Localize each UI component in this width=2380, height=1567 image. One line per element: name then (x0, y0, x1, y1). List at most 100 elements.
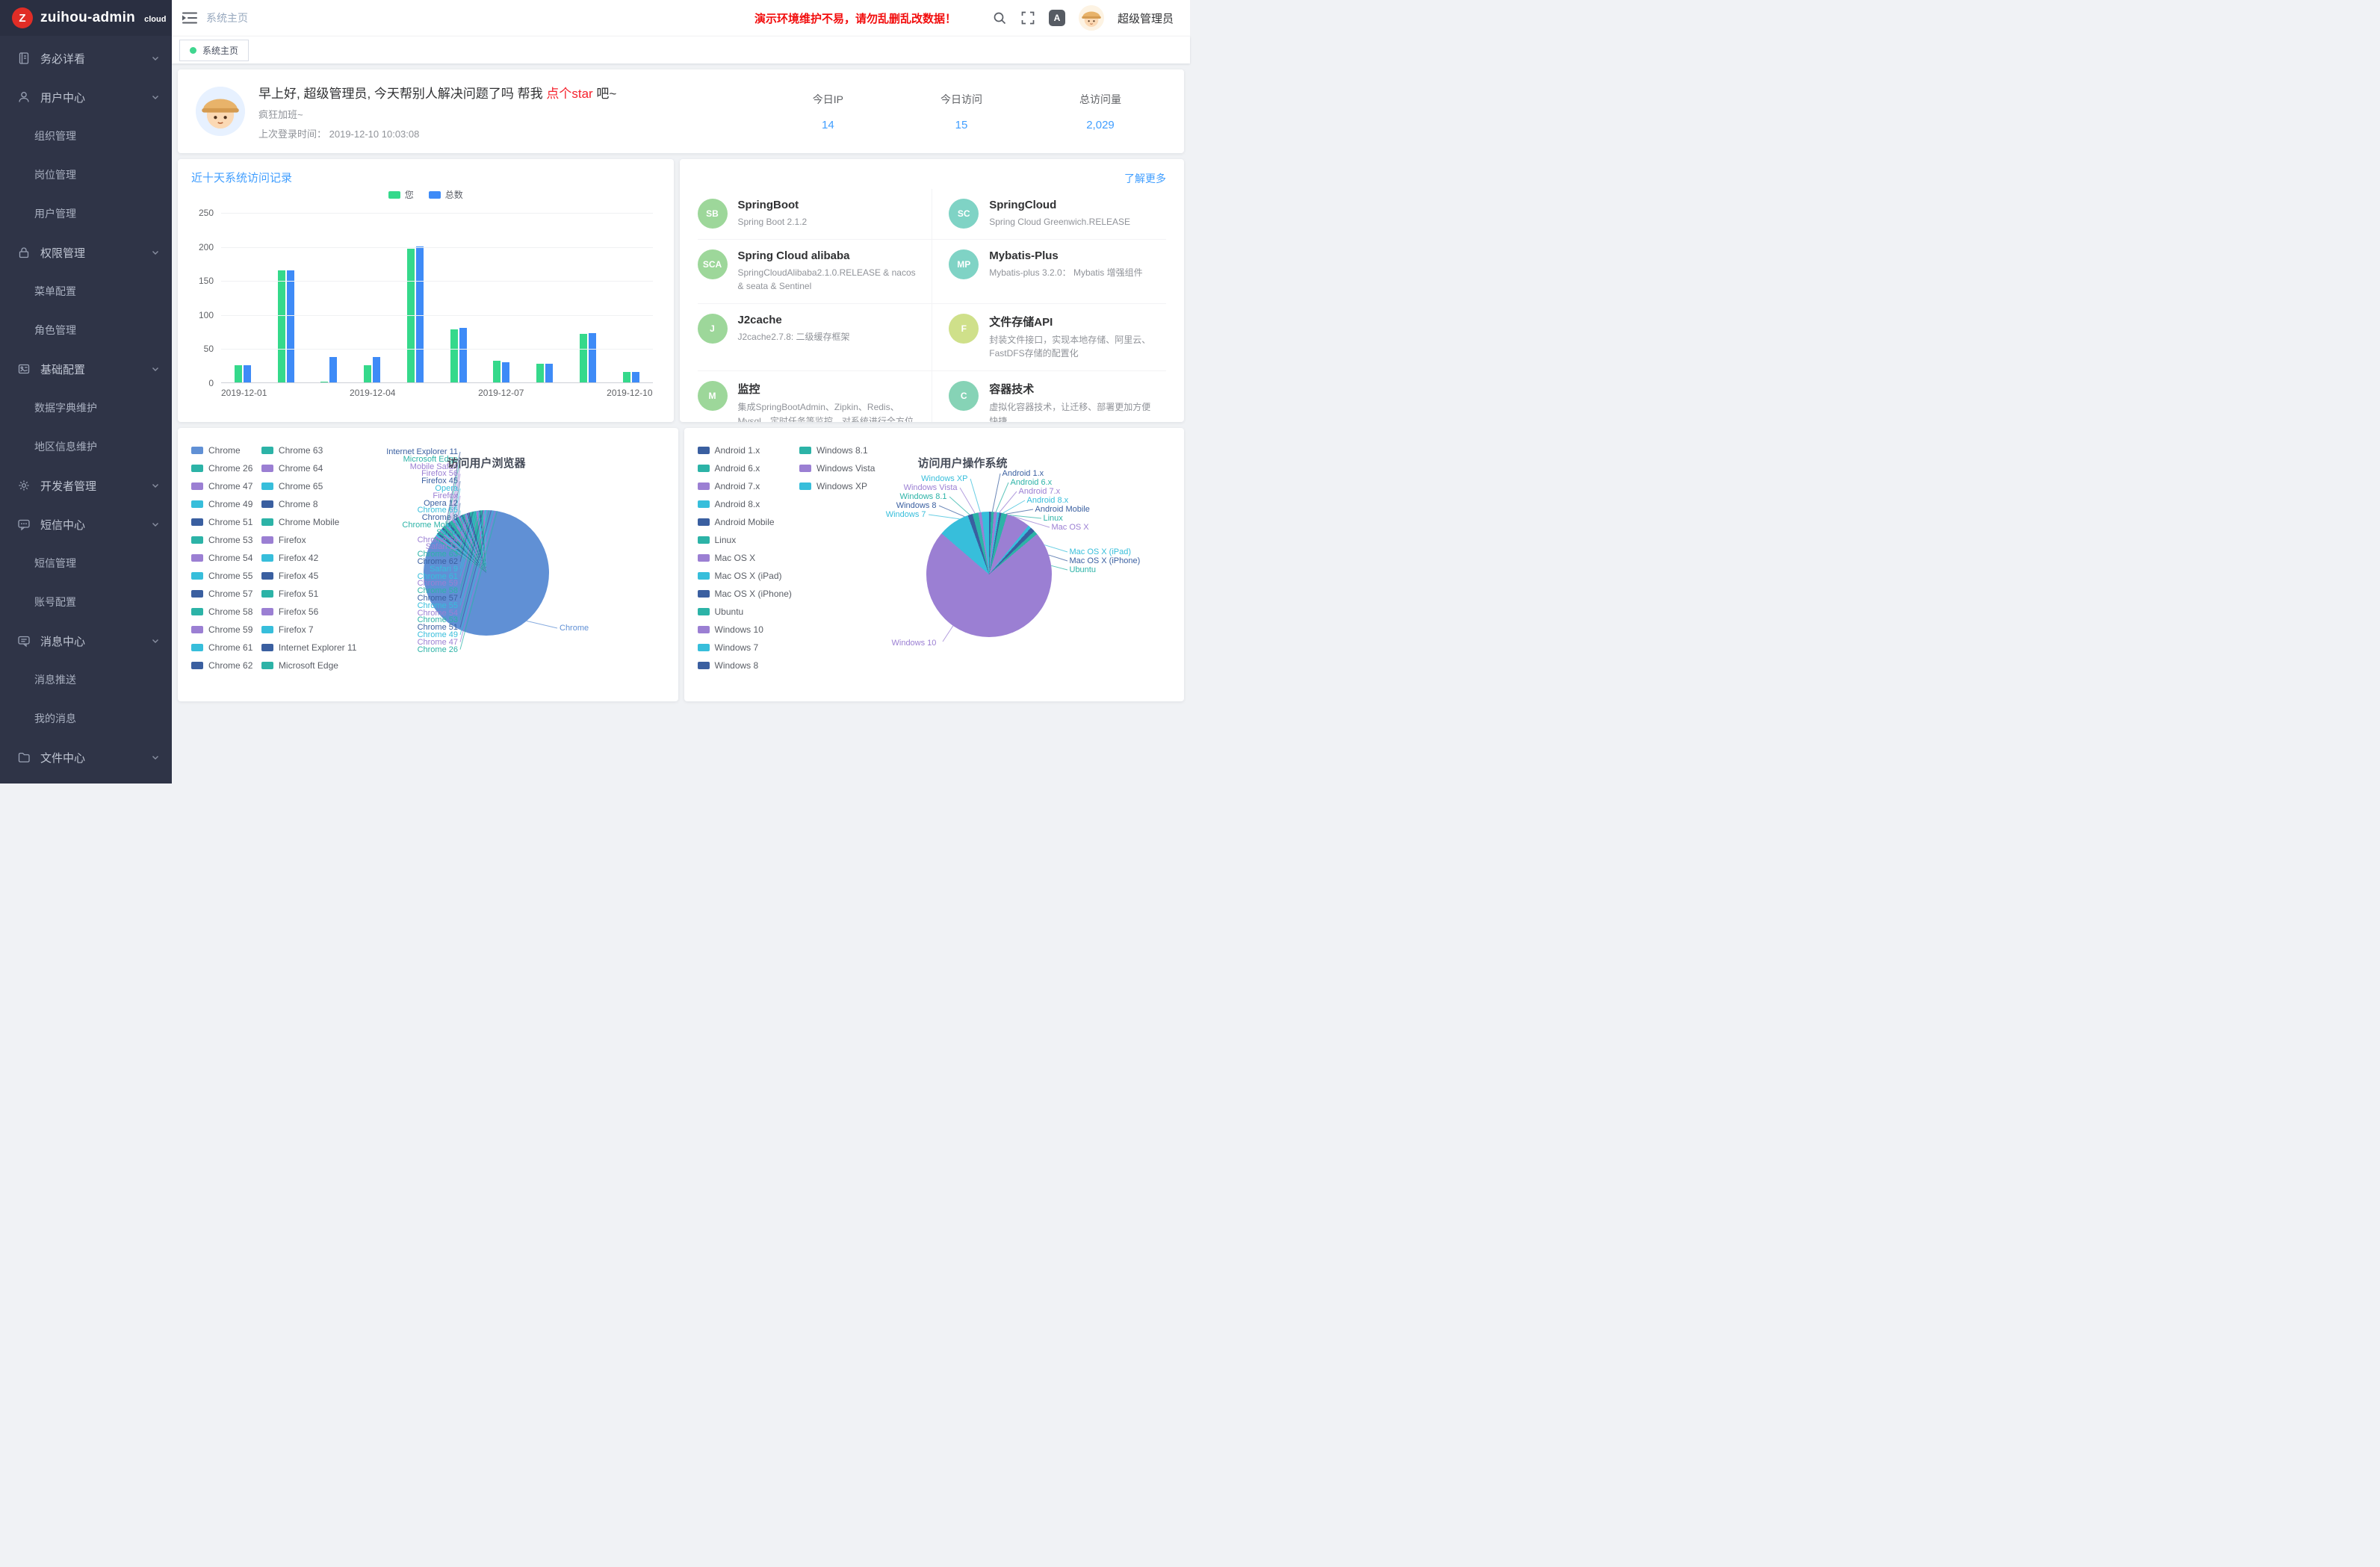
legend-item-chrome-51[interactable]: Chrome 51 (191, 513, 255, 531)
folder-icon (16, 750, 31, 765)
breadcrumb[interactable]: 系统主页 (206, 10, 248, 25)
search-icon[interactable] (992, 10, 1007, 25)
sidebar-subitem-my-message[interactable]: 我的消息 (0, 699, 172, 738)
legend-swatch (261, 626, 273, 633)
legend-item-windows-10[interactable]: Windows 10 (698, 621, 793, 639)
bar-chart-y-axis: 050100150200250 (191, 213, 221, 383)
gridline (221, 213, 653, 214)
sidebar-item-base-config[interactable]: 基础配置 (0, 350, 172, 388)
legend-item-firefox-51[interactable]: Firefox 51 (261, 585, 359, 603)
sidebar-subitem-label: 数据字典维护 (34, 400, 97, 415)
legend-item-linux[interactable]: Linux (698, 531, 793, 549)
sidebar-item-message-center[interactable]: 消息中心 (0, 621, 172, 660)
sidebar-item-file-center[interactable]: 文件中心 (0, 738, 172, 777)
legend-item-android-1-x[interactable]: Android 1.x (698, 441, 793, 459)
collapse-sidebar-icon[interactable] (182, 12, 197, 24)
legend-item-windows-vista[interactable]: Windows Vista (799, 459, 877, 477)
legend-swatch (191, 608, 203, 615)
sidebar-subitem-account-config[interactable]: 账号配置 (0, 583, 172, 621)
legend-item-chrome-58[interactable]: Chrome 58 (191, 603, 255, 621)
legend-item-mac-os-x-iphone-[interactable]: Mac OS X (iPhone) (698, 585, 793, 603)
sidebar-subitem-dict-maintain[interactable]: 数据字典维护 (0, 388, 172, 427)
legend-item-ubuntu[interactable]: Ubuntu (698, 603, 793, 621)
legend-item-firefox[interactable]: Firefox (261, 531, 359, 549)
bar-series-0 (623, 372, 630, 382)
legend-item-chrome-55[interactable]: Chrome 55 (191, 567, 255, 585)
legend-swatch (429, 191, 441, 199)
legend-item-mac-os-x[interactable]: Mac OS X (698, 549, 793, 567)
legend-item-firefox-42[interactable]: Firefox 42 (261, 549, 359, 567)
legend-item-firefox-7[interactable]: Firefox 7 (261, 621, 359, 639)
sidebar-subitem-menu-config[interactable]: 菜单配置 (0, 272, 172, 311)
legend-item-windows-7[interactable]: Windows 7 (698, 639, 793, 657)
pie-callout-label: Ubuntu (1070, 565, 1096, 574)
legend-swatch (191, 447, 203, 454)
legend-item-chrome[interactable]: Chrome (191, 441, 255, 459)
sidebar-subitem-org-management[interactable]: 组织管理 (0, 117, 172, 155)
sidebar-subitem-message-push[interactable]: 消息推送 (0, 660, 172, 699)
bar-series-0 (450, 329, 458, 382)
sidebar-subitem-label: 岗位管理 (34, 167, 76, 182)
legend-item-chrome-53[interactable]: Chrome 53 (191, 531, 255, 549)
sidebar-item-developer[interactable]: 开发者管理 (0, 466, 172, 505)
legend-item-chrome-8[interactable]: Chrome 8 (261, 495, 359, 513)
legend-item-chrome-47[interactable]: Chrome 47 (191, 477, 255, 495)
brand-logo[interactable]: Z zuihou-admin cloud (0, 0, 172, 36)
browser-pie-legend: ChromeChrome 26Chrome 47Chrome 49Chrome … (191, 440, 359, 689)
sidebar-item-label: 文件中心 (40, 750, 151, 766)
sidebar-subitem-sms-management[interactable]: 短信管理 (0, 544, 172, 583)
learn-more-link[interactable]: 了解更多 (1124, 171, 1166, 186)
fullscreen-icon[interactable] (1020, 10, 1035, 25)
legend-item-chrome-61[interactable]: Chrome 61 (191, 639, 255, 657)
legend-item-chrome-54[interactable]: Chrome 54 (191, 549, 255, 567)
legend-item-android-6-x[interactable]: Android 6.x (698, 459, 793, 477)
sidebar-subitem-user-management[interactable]: 用户管理 (0, 194, 172, 233)
gridline (221, 281, 653, 282)
sidebar-item-permission[interactable]: 权限管理 (0, 233, 172, 272)
legend-item-internet-explorer-11[interactable]: Internet Explorer 11 (261, 639, 359, 657)
sidebar-subitem-role-management[interactable]: 角色管理 (0, 311, 172, 350)
pie-callout-label: Chrome (560, 624, 589, 633)
legend-item-chrome-64[interactable]: Chrome 64 (261, 459, 359, 477)
legend-item-chrome-59[interactable]: Chrome 59 (191, 621, 255, 639)
legend-item-microsoft-edge[interactable]: Microsoft Edge (261, 657, 359, 674)
legend-item-chrome-mobile[interactable]: Chrome Mobile (261, 513, 359, 531)
legend-item-android-mobile[interactable]: Android Mobile (698, 513, 793, 531)
gridline (221, 315, 653, 316)
browser-pie-chart: 访问用户浏览器 Internet Explorer 11Microsoft Ed… (359, 440, 665, 689)
legend-swatch (261, 482, 273, 490)
legend-item-chrome-26[interactable]: Chrome 26 (191, 459, 255, 477)
sidebar-subitem-post-management[interactable]: 岗位管理 (0, 155, 172, 194)
legend-item-windows-8-1[interactable]: Windows 8.1 (799, 441, 877, 459)
sidebar-item-must-read[interactable]: 务必详看 (0, 39, 172, 78)
legend-item-mac-os-x-ipad-[interactable]: Mac OS X (iPad) (698, 567, 793, 585)
star-link[interactable]: 点个star (546, 87, 592, 101)
sidebar-item-user-center[interactable]: 用户中心 (0, 78, 172, 117)
sidebar-subitem-area-maintain[interactable]: 地区信息维护 (0, 427, 172, 466)
legend-item-firefox-56[interactable]: Firefox 56 (261, 603, 359, 621)
sidebar-item-sms-center[interactable]: 短信中心 (0, 505, 172, 544)
pie-callout-label: Chrome 26 (418, 645, 458, 654)
legend-item-android-7-x[interactable]: Android 7.x (698, 477, 793, 495)
bar-series-1 (502, 362, 509, 382)
legend-label: Chrome 55 (208, 571, 252, 581)
username-label[interactable]: 超级管理员 (1118, 10, 1174, 26)
font-size-icon[interactable]: A (1049, 10, 1065, 26)
legend-item-chrome-63[interactable]: Chrome 63 (261, 441, 359, 459)
legend-item-chrome-57[interactable]: Chrome 57 (191, 585, 255, 603)
legend-item-android-8-x[interactable]: Android 8.x (698, 495, 793, 513)
user-avatar[interactable] (1079, 5, 1104, 31)
legend-item-chrome-65[interactable]: Chrome 65 (261, 477, 359, 495)
legend-item-chrome-49[interactable]: Chrome 49 (191, 495, 255, 513)
chevron-down-icon (151, 364, 160, 373)
legend-item-0[interactable]: 您 (388, 188, 414, 201)
legend-item-windows-8[interactable]: Windows 8 (698, 657, 793, 674)
legend-item-windows-xp[interactable]: Windows XP (799, 477, 877, 495)
legend-item-1[interactable]: 总数 (429, 188, 463, 201)
last-login-label: 上次登录时间： (258, 128, 326, 140)
tab-home[interactable]: 系统主页 (179, 40, 249, 61)
legend-item-chrome-62[interactable]: Chrome 62 (191, 657, 255, 674)
avatar-image (196, 87, 245, 136)
brand-suffix: cloud (144, 15, 166, 24)
legend-item-firefox-45[interactable]: Firefox 45 (261, 567, 359, 585)
